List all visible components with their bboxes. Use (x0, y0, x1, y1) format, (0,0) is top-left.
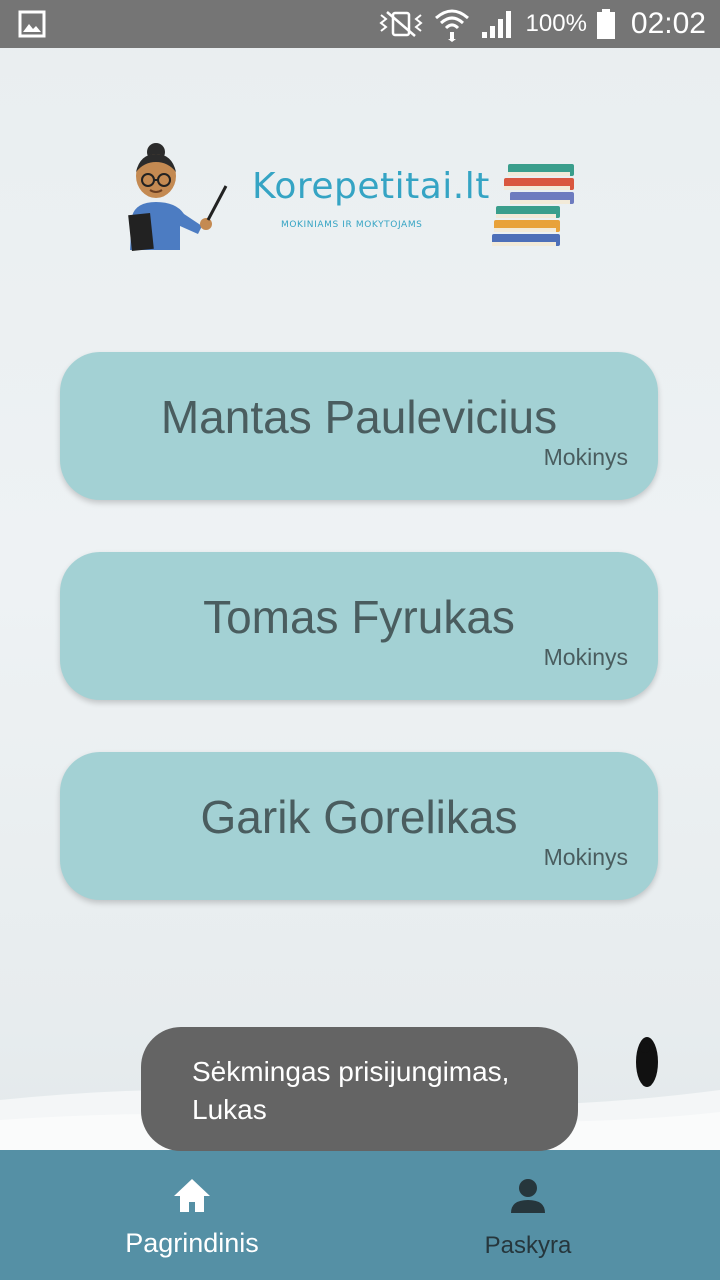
bottom-navigation: Pagrindinis Paskyra (0, 1150, 720, 1280)
login-success-toast: Sėkmingas prisijungimas, Lukas (141, 1027, 578, 1151)
student-name: Mantas Paulevicius (160, 391, 558, 443)
person-icon (511, 1179, 545, 1213)
status-icons: 100% 02:02 (378, 0, 706, 48)
student-role: Mokinys (543, 844, 628, 870)
nav-label-home: Pagrindinis (125, 1228, 259, 1258)
student-name: Tomas Fyrukas (203, 591, 515, 643)
status-clock: 02:02 (630, 7, 706, 40)
battery-icon (596, 9, 615, 39)
teacher-illustration (128, 143, 228, 252)
vibrate-icon (378, 11, 423, 37)
battery-percent: 100% (525, 10, 587, 37)
student-role: Mokinys (543, 644, 628, 670)
app-header: Korepetitai.lt MOKINIAMS IR MOKYTOJAMS (0, 130, 720, 270)
logo-tagline: MOKINIAMS IR MOKYTOJAMS (281, 220, 423, 230)
student-role: Mokinys (543, 444, 628, 470)
gallery-icon (18, 10, 46, 38)
books-illustration (492, 164, 574, 246)
student-card[interactable]: Garik Gorelikas Mokinys (60, 752, 658, 900)
student-card[interactable]: Mantas Paulevicius Mokinys (60, 352, 658, 500)
nav-item-home[interactable]: Pagrindinis (42, 1150, 342, 1280)
wifi-icon (434, 9, 469, 42)
status-bar: 100% 02:02 (0, 0, 720, 48)
logo-text: Korepetitai.lt (252, 166, 490, 207)
student-name: Garik Gorelikas (200, 791, 518, 843)
nav-label-account: Paskyra (484, 1232, 572, 1259)
figure-silhouette (636, 1037, 658, 1087)
student-list: Mantas Paulevicius Mokinys Tomas Fyrukas… (60, 352, 660, 952)
home-icon (174, 1179, 210, 1212)
nav-item-account[interactable]: Paskyra (378, 1150, 678, 1280)
signal-icon (481, 11, 511, 38)
student-card[interactable]: Tomas Fyrukas Mokinys (60, 552, 658, 700)
app-screen: 100% 02:02 Korepetitai.lt MOKINIAMS IR M… (0, 0, 720, 1280)
